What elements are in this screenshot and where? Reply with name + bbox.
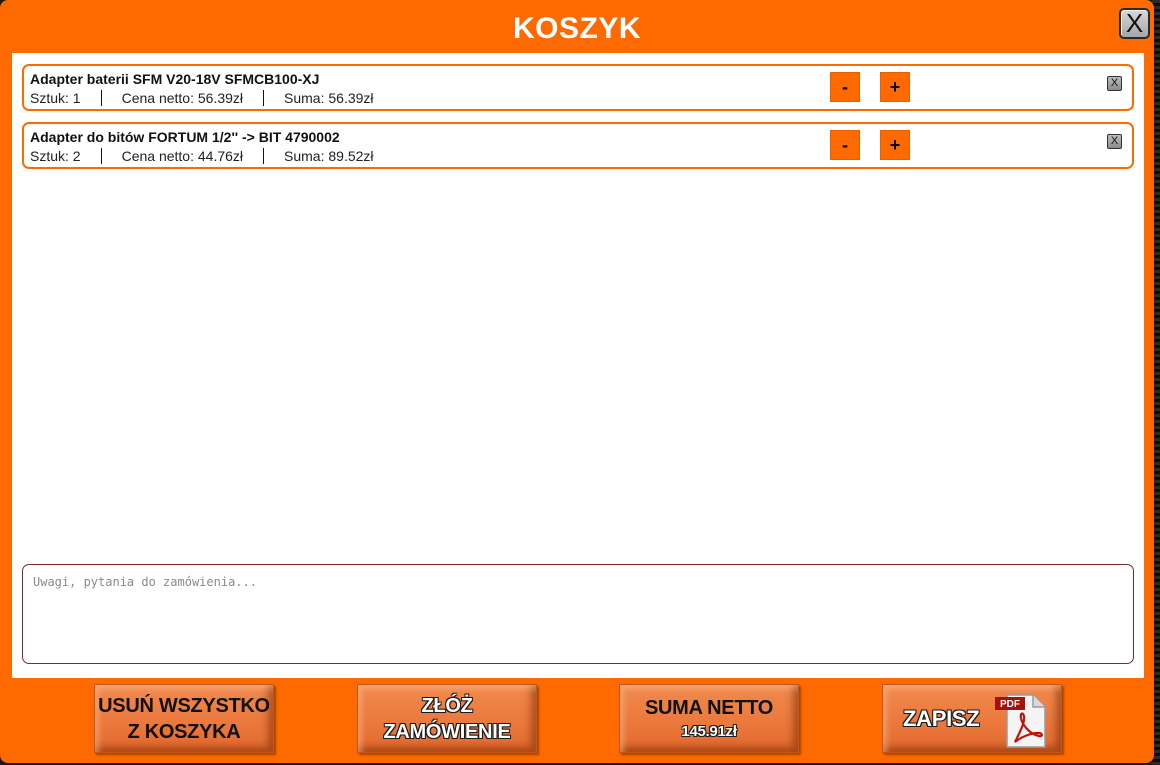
cart-content: Adapter baterii SFM V20-18V SFMCB100-XJ … — [12, 53, 1144, 678]
increase-quantity-button[interactable]: + — [880, 72, 910, 102]
item-quantity: Sztuk: 2 — [30, 148, 81, 164]
decrease-quantity-button[interactable]: - — [830, 72, 860, 102]
place-order-label-line1: ZŁÓŻ — [421, 694, 473, 717]
order-notes-textarea[interactable] — [22, 564, 1134, 664]
item-sum: Suma: 56.39zł — [263, 90, 394, 106]
item-name: Adapter baterii SFM V20-18V SFMCB100-XJ — [30, 71, 320, 87]
net-total-value: 145.91zł — [681, 722, 737, 740]
cart-item: Adapter baterii SFM V20-18V SFMCB100-XJ … — [22, 64, 1134, 111]
cart-modal: KOSZYK X Adapter baterii SFM V20-18V SFM… — [0, 0, 1154, 763]
clear-cart-button[interactable]: USUŃ WSZYSTKO Z KOSZYKA — [94, 684, 274, 753]
close-button[interactable]: X — [1119, 8, 1150, 39]
item-meta: Sztuk: 1 Cena netto: 56.39zł Suma: 56.39… — [30, 90, 394, 106]
decrease-quantity-button[interactable]: - — [830, 130, 860, 160]
item-meta: Sztuk: 2 Cena netto: 44.76zł Suma: 89.52… — [30, 148, 394, 164]
cart-item: Adapter do bitów FORTUM 1/2'' -> BIT 479… — [22, 122, 1134, 169]
clear-cart-label-line2: Z KOSZYKA — [127, 720, 241, 743]
item-net-price: Cena netto: 44.76zł — [100, 148, 263, 164]
pdf-file-icon: PDF — [995, 694, 1046, 748]
clear-cart-label-line1: USUŃ WSZYSTKO — [98, 694, 270, 717]
save-pdf-button[interactable]: ZAPISZ PDF — [882, 684, 1062, 753]
item-sum: Suma: 89.52zł — [263, 148, 394, 164]
place-order-label-line2: ZAMÓWIENIE — [383, 720, 511, 743]
save-pdf-label: ZAPISZ — [903, 705, 980, 731]
item-name: Adapter do bitów FORTUM 1/2'' -> BIT 479… — [30, 129, 340, 145]
increase-quantity-button[interactable]: + — [880, 130, 910, 160]
place-order-button[interactable]: ZŁÓŻ ZAMÓWIENIE — [357, 684, 537, 753]
remove-item-button[interactable]: X — [1107, 134, 1122, 149]
item-quantity: Sztuk: 1 — [30, 90, 81, 106]
net-total-label: SUMA NETTO — [644, 696, 774, 719]
remove-item-button[interactable]: X — [1107, 76, 1122, 91]
pdf-badge-text: PDF — [1000, 699, 1020, 710]
item-net-price: Cena netto: 56.39zł — [100, 90, 263, 106]
net-total-display: SUMA NETTO 145.91zł — [619, 684, 799, 753]
modal-title: KOSZYK — [512, 12, 641, 45]
